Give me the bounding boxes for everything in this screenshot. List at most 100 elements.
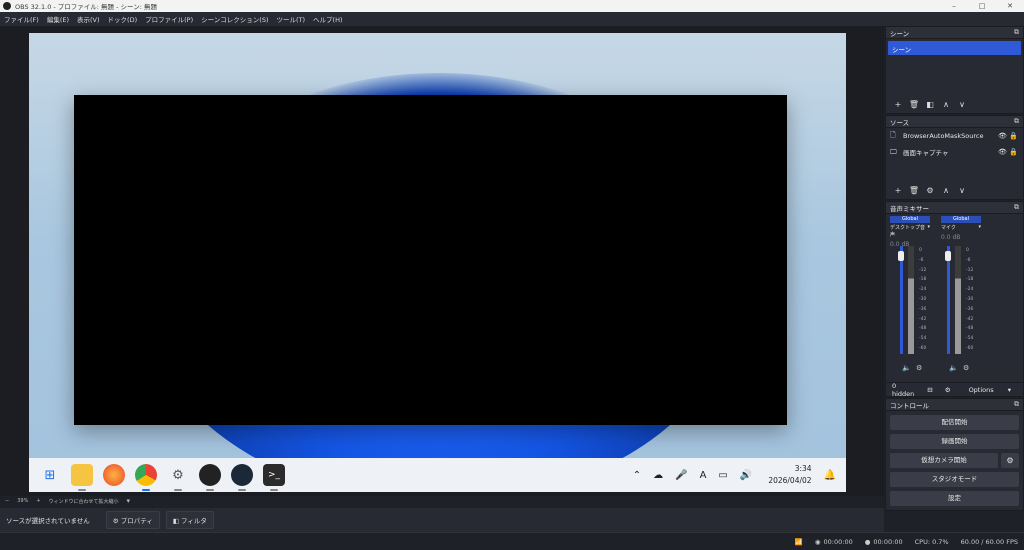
mixer-menu-icon[interactable]: ⚙ <box>916 364 922 372</box>
global-tag: Global <box>890 216 930 223</box>
menu-help[interactable]: ヘルプ(H) <box>309 14 346 24</box>
mixer-menu-icon[interactable]: ⚙ <box>963 364 969 372</box>
browser-mask-source[interactable] <box>74 95 787 425</box>
chevron-up-icon[interactable]: ∧ <box>938 100 954 109</box>
menu-edit[interactable]: 編集(E) <box>43 14 73 24</box>
chevron-up-icon[interactable]: ∧ <box>938 186 954 195</box>
preview-area[interactable]: ⊞ ⚙ >_ ⌃ ☁ 🎤 A ▭ 🔊 3:34 2026/04/02 🔔 <box>0 26 884 496</box>
fader-knob[interactable] <box>898 251 904 261</box>
popout-icon[interactable]: ⧉ <box>1014 28 1019 37</box>
add-icon[interactable]: + <box>890 186 906 195</box>
start-virtual-camera-button[interactable]: 仮想カメラ開始 <box>890 453 998 468</box>
menu-tools[interactable]: ツール(T) <box>272 14 309 24</box>
maximize-button[interactable]: □ <box>968 2 996 10</box>
properties-button[interactable]: ⚙ プロパティ <box>105 511 160 529</box>
mixer-header: 音声ミキサー ⧉ <box>886 202 1023 214</box>
start-recording-button[interactable]: 録画開始 <box>890 434 1019 449</box>
tick: -48 <box>966 326 974 332</box>
cloud-icon: ☁ <box>653 469 664 481</box>
close-button[interactable]: ✕ <box>996 2 1024 10</box>
eye-icon[interactable]: 👁 <box>997 148 1008 156</box>
studio-mode-button[interactable]: スタジオモード <box>890 472 1019 487</box>
filter-icon[interactable]: ◧ <box>922 100 938 109</box>
mixer-footer: 0 hidden ⊟ ⚙ Options ▾ <box>886 382 1023 398</box>
zoom-in-button[interactable]: + <box>36 498 40 504</box>
gear-icon[interactable]: ⚙ <box>1001 453 1019 468</box>
tick: -42 <box>919 316 927 322</box>
minimize-button[interactable]: – <box>940 2 968 10</box>
chrome-icon <box>135 464 157 491</box>
sources-title: ソース <box>890 118 910 127</box>
add-icon[interactable]: + <box>890 100 906 109</box>
mixer-channel-mic: Global マイク ▾ 0.0 dB <box>941 216 981 241</box>
filter-icon: ◧ <box>172 517 182 525</box>
chevron-down-icon[interactable]: ∨ <box>954 186 970 195</box>
microphone-icon: 🎤 <box>675 469 688 481</box>
popout-icon[interactable]: ⧉ <box>1014 203 1019 212</box>
controls-title: コントロール <box>890 401 929 410</box>
layout-icon[interactable]: ⊟ <box>921 386 938 394</box>
chevron-down-icon: ▾ <box>978 224 981 230</box>
channel-name: マイク <box>941 225 956 231</box>
menu-view[interactable]: 表示(V) <box>73 14 104 24</box>
settings-button[interactable]: 設定 <box>890 491 1019 506</box>
clock-time: 3:34 <box>794 464 812 473</box>
eye-icon[interactable]: 👁 <box>997 132 1008 140</box>
fader-knob[interactable] <box>945 251 951 261</box>
stream-icon: ◉ <box>814 537 821 546</box>
start-streaming-button[interactable]: 配信開始 <box>890 415 1019 430</box>
steam-icon <box>231 464 253 491</box>
popout-icon[interactable]: ⧉ <box>1014 117 1019 126</box>
meter-ticks: 0 -6 -12 -18 -24 -30 -36 -42 -48 -54 -60 <box>919 246 926 354</box>
mute-speaker-icon[interactable]: 🔈 <box>949 364 958 372</box>
options-button[interactable]: Options ▾ <box>957 386 1023 394</box>
tick: -12 <box>919 267 927 273</box>
gear-icon[interactable]: ⚙ <box>922 186 938 195</box>
no-source-label: ソースが選択されていません <box>6 517 90 525</box>
windows-start-icon: ⊞ <box>44 467 56 483</box>
menu-file[interactable]: ファイル(F) <box>0 14 43 24</box>
lock-icon[interactable]: 🔒 <box>1008 132 1019 140</box>
tick: -30 <box>919 296 927 302</box>
popout-icon[interactable]: ⧉ <box>1014 400 1019 409</box>
tick: -6 <box>919 257 924 263</box>
obs-logo-icon <box>3 2 11 10</box>
controls-header: コントロール ⧉ <box>886 399 1023 411</box>
menu-scene-collection[interactable]: シーンコレクション(S) <box>197 14 272 24</box>
channel-name-select[interactable]: デスクトップ音声 ▾ <box>890 224 930 238</box>
tick: -54 <box>919 336 927 342</box>
title-bar: OBS 32.1.0 - プロファイル: 無題 - シーン: 無題 – □ ✕ <box>0 0 1024 12</box>
menu-dock[interactable]: ドック(D) <box>104 14 142 24</box>
filters-button[interactable]: ◧ フィルタ <box>165 511 214 529</box>
channel-name: デスクトップ音声 <box>890 225 926 238</box>
lock-icon[interactable]: 🔒 <box>1008 148 1019 156</box>
chevron-down-icon[interactable]: ∨ <box>954 100 970 109</box>
menu-bar: ファイル(F) 編集(E) 表示(V) ドック(D) プロファイル(P) シーン… <box>0 12 1024 26</box>
stream-time: 00:00:00 <box>823 537 853 546</box>
terminal-icon: >_ <box>263 464 285 491</box>
rec-time: 00:00:00 <box>873 537 903 546</box>
obs-icon <box>199 464 221 491</box>
notification-icon: 🔔 <box>823 469 836 481</box>
volume-fader-mic[interactable] <box>947 246 950 354</box>
zoom-out-button[interactable]: − <box>5 498 9 504</box>
tick: 0 <box>966 248 969 253</box>
speaker-icon: 🔊 <box>739 469 753 481</box>
source-item[interactable]: 🗋 BrowserAutoMaskSource 👁 🔒 <box>886 128 1023 144</box>
mixer-title: 音声ミキサー <box>890 204 929 213</box>
volume-fader-desktop[interactable] <box>900 246 903 354</box>
tick: -60 <box>966 345 974 351</box>
options-label: Options <box>968 385 994 394</box>
source-name: BrowserAutoMaskSource <box>903 132 984 140</box>
trash-icon[interactable]: 🗑 <box>906 100 922 109</box>
mute-speaker-icon[interactable]: 🔈 <box>902 364 911 372</box>
scene-item[interactable]: シーン <box>888 41 1021 55</box>
zoom-fit-select[interactable]: ウィンドウに合わせて拡大縮小 <box>49 498 119 505</box>
source-item[interactable]: 🖵 画面キャプチャ 👁 🔒 <box>886 144 1023 160</box>
settings-icon[interactable]: ⚙ <box>939 386 957 394</box>
network-icon: ▭ <box>718 469 728 481</box>
zoom-dropdown-icon[interactable]: ▾ <box>127 497 131 505</box>
trash-icon[interactable]: 🗑 <box>906 186 922 195</box>
menu-profile[interactable]: プロファイル(P) <box>141 14 197 24</box>
channel-name-select[interactable]: マイク ▾ <box>941 224 981 231</box>
